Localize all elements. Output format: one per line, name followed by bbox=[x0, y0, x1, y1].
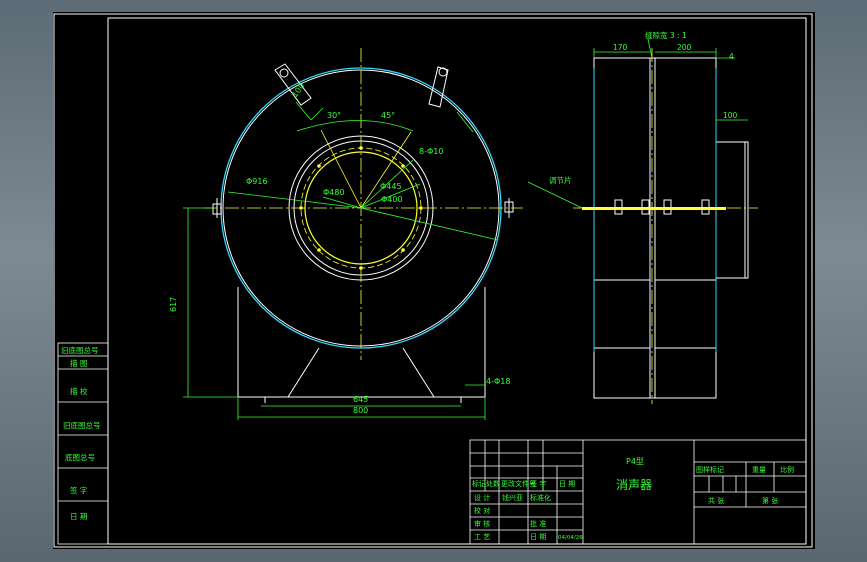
label-d445: Φ445 bbox=[380, 182, 402, 191]
label-base-outer: 800 bbox=[353, 406, 368, 415]
strip-cell-5: 底图总号 bbox=[65, 452, 95, 462]
strip-cell-1: 旧底图总号 bbox=[61, 345, 99, 355]
label-base-inner: 645 bbox=[353, 395, 368, 404]
front-view: Φ916 Φ480 Φ445 Φ400 8-Φ10 617 645 800 4-… bbox=[169, 48, 523, 420]
row-label-process: 工 艺 bbox=[474, 533, 490, 541]
strip-cell-4: 旧底图总号 bbox=[63, 420, 101, 430]
strip-cell-2: 描 图 bbox=[70, 358, 87, 368]
part-code: P4型 bbox=[626, 457, 644, 466]
std-check-label: 标准化 bbox=[530, 493, 551, 502]
rev-header-mark: 标记 bbox=[472, 479, 486, 488]
side-flange-bar bbox=[582, 207, 726, 210]
label-height: 617 bbox=[169, 297, 178, 312]
drawing-canvas: Φ916 Φ480 Φ445 Φ400 8-Φ10 617 645 800 4-… bbox=[53, 12, 815, 549]
lifting-lug-left bbox=[274, 63, 312, 106]
label-thickness: 4 bbox=[729, 52, 734, 61]
side-centerline bbox=[573, 48, 758, 404]
rev-header-count: 处数 bbox=[486, 479, 500, 488]
label-top-right: 200 bbox=[677, 43, 692, 52]
height-dim bbox=[183, 207, 238, 398]
rev-header-sign: 签 字 bbox=[530, 479, 546, 488]
weight-label: 重量 bbox=[752, 466, 766, 474]
drawing-svg: Φ916 Φ480 Φ445 Φ400 8-Φ10 617 645 800 4-… bbox=[53, 13, 813, 548]
centerlines bbox=[203, 48, 523, 360]
label-gasket-note: 调节片 bbox=[549, 175, 572, 185]
cad-viewport: Φ916 Φ480 Φ445 Φ400 8-Φ10 617 645 800 4-… bbox=[0, 0, 867, 562]
side-shell bbox=[593, 57, 749, 399]
part-name: 消声器 bbox=[616, 478, 652, 492]
label-lug-width: 100 bbox=[290, 81, 306, 99]
approve-label: 批 准 bbox=[530, 519, 546, 528]
strip-cell-6: 签 字 bbox=[70, 485, 87, 495]
leader-lines bbox=[227, 120, 499, 241]
row-label-design: 设 计 bbox=[474, 493, 490, 502]
label-foot-holes: 4-Φ18 bbox=[486, 377, 510, 386]
sheets-total: 共 张 bbox=[708, 496, 724, 505]
sheet-no: 第 张 bbox=[762, 496, 778, 505]
left-signature-strip: 旧底图总号 描 图 描 校 旧底图总号 底图总号 签 字 日 期 bbox=[57, 342, 109, 545]
label-holes: 8-Φ10 bbox=[419, 147, 443, 156]
label-d400: Φ400 bbox=[381, 195, 403, 204]
rev-header-date: 日 期 bbox=[559, 480, 575, 488]
mark-label: 图样标记 bbox=[696, 465, 724, 474]
label-d-outer: Φ916 bbox=[246, 177, 268, 186]
date-value: 04/04/26 bbox=[558, 535, 583, 541]
label-top-left: 170 bbox=[613, 43, 628, 52]
support-base bbox=[237, 287, 486, 403]
designer-name: 钱兴亚 bbox=[502, 493, 523, 502]
label-flange: 100 bbox=[723, 111, 738, 120]
label-angle-left: 30° bbox=[327, 111, 341, 120]
label-d480: Φ480 bbox=[323, 188, 345, 197]
row-label-review: 审 核 bbox=[474, 519, 490, 528]
row-label-check: 校 对 bbox=[474, 506, 490, 515]
label-angle-right: 45° bbox=[381, 111, 395, 120]
strip-cell-7: 日 期 bbox=[70, 512, 87, 521]
side-view: 170 200 4 100 缝隙宽 3 : 1 调节片 bbox=[527, 30, 758, 404]
scale-label: 比例 bbox=[780, 465, 794, 474]
strip-cell-3: 描 校 bbox=[70, 386, 88, 396]
title-block: 标记 处数 更改文件号 签 字 日 期 设 计 校 对 审 核 工 艺 钱兴亚 … bbox=[469, 439, 807, 545]
label-gap-note: 缝隙宽 3 : 1 bbox=[645, 30, 687, 40]
date-label: 日 期 bbox=[530, 533, 546, 541]
